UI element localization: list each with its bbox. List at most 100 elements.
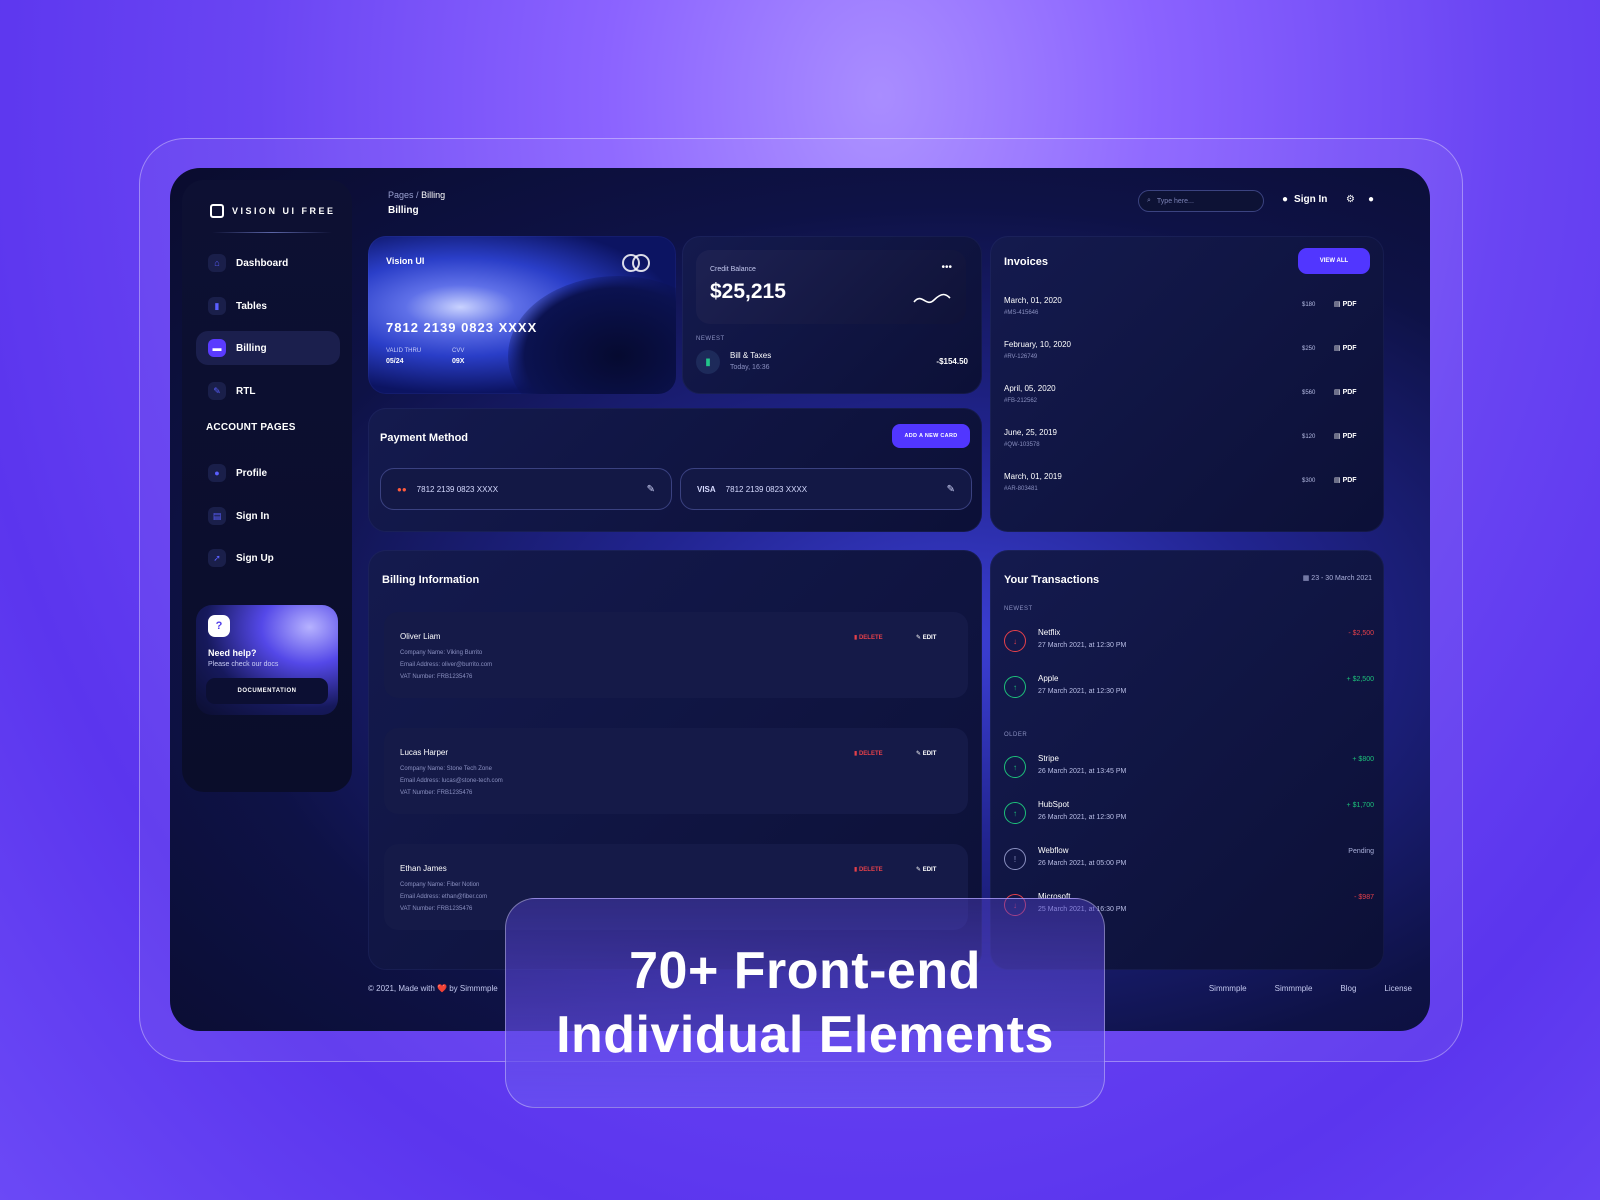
footer-links: Simmmple Simmmple Blog License	[1209, 984, 1412, 993]
gear-icon[interactable]: ⚙	[1346, 194, 1355, 205]
sidebar-item-signup[interactable]: ➚ Sign Up	[196, 541, 340, 575]
invoice-price: $250	[1302, 346, 1316, 352]
user-icon: ●	[1282, 194, 1289, 205]
pencil-icon[interactable]: ✎	[947, 484, 955, 495]
app-logo[interactable]: VISION UI FREE	[210, 204, 336, 218]
balance-amount: $25,215	[710, 280, 786, 303]
delete-button[interactable]: ▮ DELETE	[854, 750, 883, 757]
payment-card-visa[interactable]: VISA 7812 2139 0823 XXXX ✎	[680, 468, 972, 510]
home-icon: ⌂	[208, 254, 226, 272]
help-subtitle: Please check our docs	[208, 661, 279, 668]
card-icon: ▬	[208, 339, 226, 357]
transaction-row: ! Webflow 26 March 2021, at 05:00 PM Pen…	[1004, 846, 1374, 880]
pdf-download-link[interactable]: ▤ PDF	[1334, 344, 1357, 352]
arrow-down-icon: ↓	[1004, 630, 1026, 652]
add-new-card-button[interactable]: ADD A NEW CARD	[892, 424, 970, 448]
pdf-download-link[interactable]: ▤ PDF	[1334, 476, 1357, 484]
help-card: ? Need help? Please check our docs DOCUM…	[196, 605, 338, 715]
transaction-time: 27 March 2021, at 12:30 PM	[1038, 642, 1127, 649]
transactions-date-range: ▦ 23 - 30 March 2021	[1302, 575, 1372, 582]
invoice-price: $120	[1302, 434, 1316, 440]
pencil-icon[interactable]: ✎	[647, 484, 655, 495]
more-icon[interactable]: •••	[941, 262, 952, 273]
help-title: Need help?	[208, 648, 257, 658]
sidebar-item-signin[interactable]: ▤ Sign In	[196, 499, 340, 533]
pdf-download-link[interactable]: ▤ PDF	[1334, 432, 1357, 440]
sidebar-item-label: RTL	[236, 385, 256, 397]
bell-icon[interactable]: ●	[1368, 194, 1374, 205]
view-all-button[interactable]: VIEW ALL	[1298, 248, 1370, 274]
sidebar-item-label: Billing	[236, 342, 267, 354]
payment-card-mastercard[interactable]: ●● 7812 2139 0823 XXXX ✎	[380, 468, 672, 510]
transaction-amount: Pending	[1348, 848, 1374, 855]
rocket-icon: ➚	[208, 549, 226, 567]
wrench-icon: ✎	[208, 382, 226, 400]
sidebar-item-rtl[interactable]: ✎ RTL	[196, 374, 340, 408]
footer-link[interactable]: License	[1384, 984, 1412, 993]
transaction-row: ↓ Netflix 27 March 2021, at 12:30 PM - $…	[1004, 628, 1374, 662]
breadcrumb-root[interactable]: Pages	[388, 190, 414, 200]
page-title: Billing	[388, 205, 419, 216]
billing-vat: VAT Number: FRB1235476	[400, 790, 473, 796]
invoice-price: $560	[1302, 390, 1316, 396]
bill-icon: ▮	[696, 350, 720, 374]
payment-card-number: 7812 2139 0823 XXXX	[416, 484, 499, 494]
older-group-label: OLDER	[1004, 732, 1028, 738]
edit-button[interactable]: ✎ EDIT	[916, 750, 936, 757]
credit-card: Vision UI 7812 2139 0823 XXXX VALID THRU…	[368, 236, 676, 394]
search-input[interactable]: ⌕ Type here...	[1138, 190, 1264, 212]
search-placeholder: Type here...	[1156, 197, 1194, 205]
payment-card-number: 7812 2139 0823 XXXX	[725, 484, 808, 494]
signin-link[interactable]: ● Sign In	[1282, 194, 1327, 205]
pdf-download-link[interactable]: ▤ PDF	[1334, 300, 1357, 308]
promo-banner: 70+ Front-end Individual Elements	[505, 898, 1105, 1108]
cvv-label: CVV	[452, 348, 465, 354]
documentation-button[interactable]: DOCUMENTATION	[206, 678, 328, 704]
transaction-name: Netflix	[1038, 628, 1061, 637]
sidebar-item-profile[interactable]: ● Profile	[196, 456, 340, 490]
invoice-date: February, 10, 2020	[1004, 340, 1072, 349]
footer-link[interactable]: Simmmple	[1275, 984, 1313, 993]
invoice-price: $180	[1302, 302, 1316, 308]
card-artwork	[508, 276, 676, 394]
promo-line-2: Individual Elements	[556, 1006, 1054, 1064]
sidebar-item-label: Tables	[236, 300, 267, 312]
invoice-id: #FB-212562	[1004, 398, 1038, 404]
delete-button[interactable]: ▮ DELETE	[854, 866, 883, 873]
sidebar-item-label: Sign In	[236, 510, 270, 522]
transaction-amount: + $800	[1352, 756, 1374, 763]
pdf-download-link[interactable]: ▤ PDF	[1334, 388, 1357, 396]
credit-balance-card: Credit Balance $25,215 ••• NEWEST ▮ Bill…	[682, 236, 982, 394]
card-label: Vision UI	[386, 256, 425, 266]
transaction-time: 26 March 2021, at 05:00 PM	[1038, 860, 1127, 867]
file-icon: ▤	[1334, 477, 1343, 484]
newest-group-label: NEWEST	[1004, 606, 1033, 612]
breadcrumb: Pages / Billing	[388, 190, 446, 200]
billing-email: Email Address: oliver@burrito.com	[400, 662, 493, 668]
sidebar-item-dashboard[interactable]: ⌂ Dashboard	[196, 246, 340, 280]
search-icon: ⌕	[1147, 197, 1151, 204]
invoices-card: Invoices VIEW ALL March, 01, 2020 #MS-41…	[990, 236, 1384, 532]
transaction-amount: + $1,700	[1346, 802, 1374, 809]
footer-link[interactable]: Simmmple	[1209, 984, 1247, 993]
valid-thru-label: VALID THRU	[386, 348, 422, 354]
edit-button[interactable]: ✎ EDIT	[916, 866, 936, 873]
edit-button[interactable]: ✎ EDIT	[916, 634, 936, 641]
arrow-up-icon: ↑	[1004, 802, 1026, 824]
file-icon: ▤	[1334, 433, 1343, 440]
transaction-name: HubSpot	[1038, 800, 1070, 809]
mastercard-icon: ●●	[397, 484, 407, 494]
delete-button[interactable]: ▮ DELETE	[854, 634, 883, 641]
transaction-amount: - $987	[1354, 894, 1374, 901]
transaction-time: 27 March 2021, at 12:30 PM	[1038, 688, 1127, 695]
transaction-time: 26 March 2021, at 13:45 PM	[1038, 768, 1127, 775]
arrow-up-icon: ↑	[1004, 756, 1026, 778]
billing-company: Company Name: Fiber Notion	[400, 882, 480, 888]
billing-company: Company Name: Stone Tech Zone	[400, 766, 492, 772]
sidebar-item-billing[interactable]: ▬ Billing	[196, 331, 340, 365]
chart-icon: ▮	[208, 297, 226, 315]
transaction-amount: - $2,500	[1348, 630, 1374, 637]
signin-label: Sign In	[1294, 194, 1328, 205]
footer-link[interactable]: Blog	[1340, 984, 1356, 993]
sidebar-item-tables[interactable]: ▮ Tables	[196, 289, 340, 323]
